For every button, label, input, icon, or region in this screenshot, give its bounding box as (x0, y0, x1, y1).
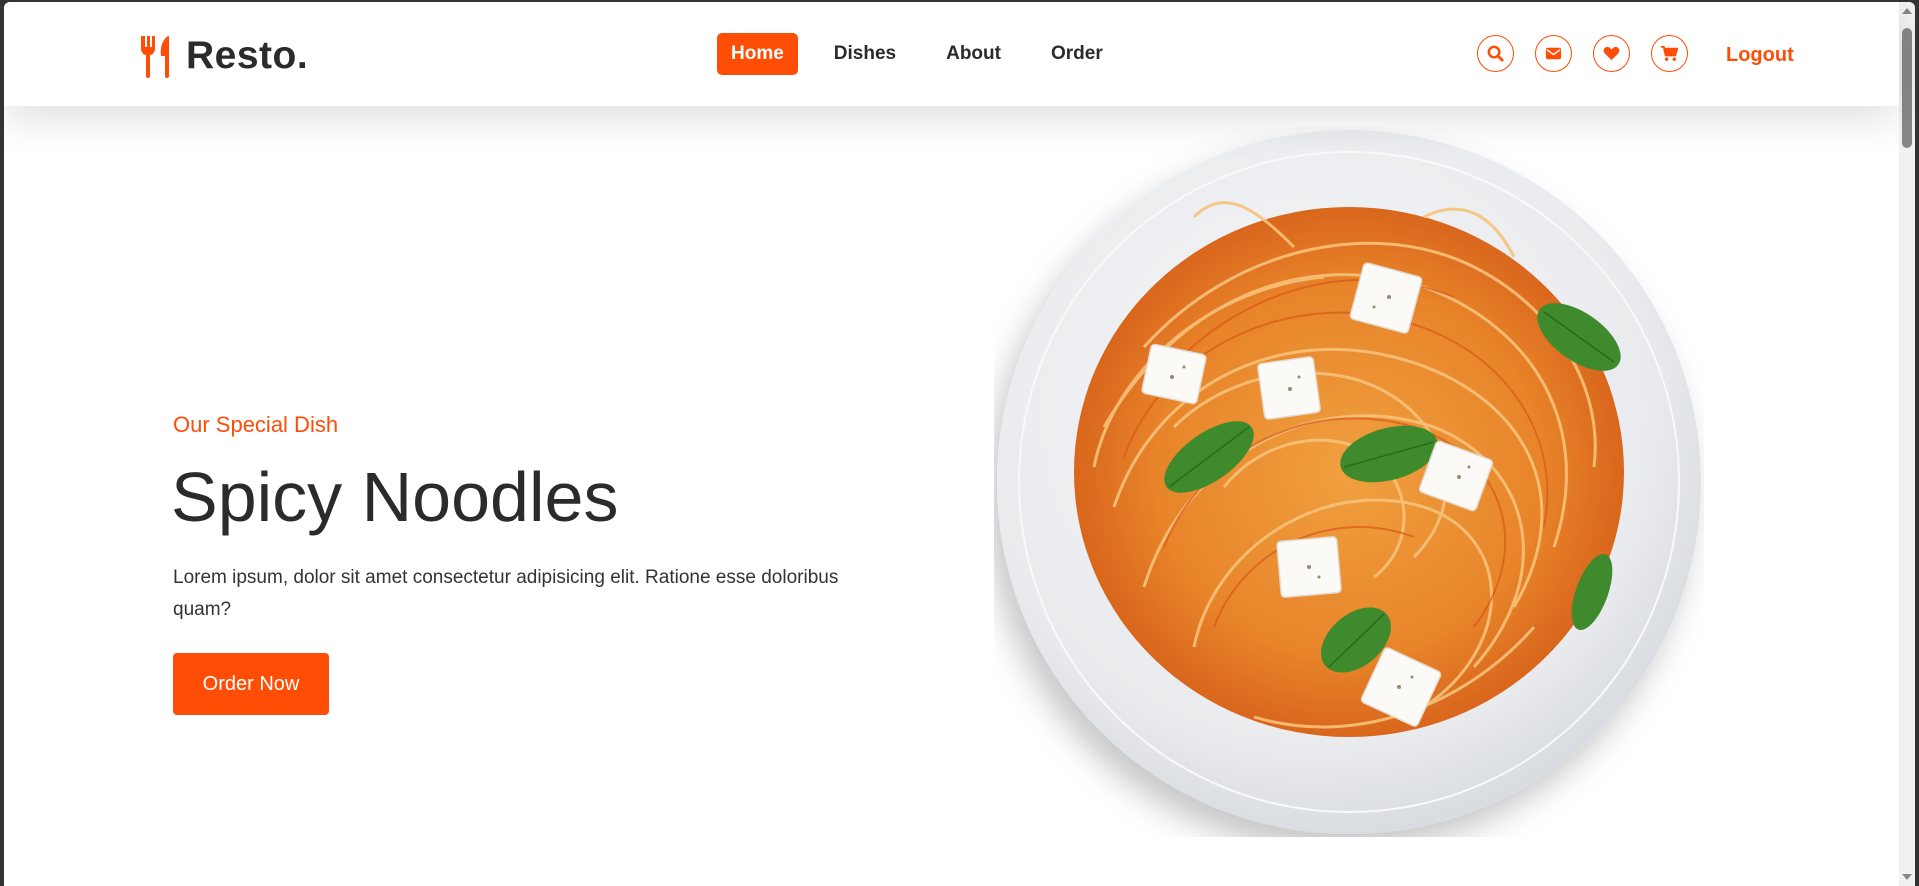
email-button[interactable] (1535, 35, 1572, 72)
cart-icon (1660, 45, 1679, 61)
hero-description: Lorem ipsum, dolor sit amet consectetur … (173, 567, 839, 620)
scrollbar-thumb[interactable] (1902, 28, 1912, 148)
scroll-up-arrow-icon[interactable] (1902, 8, 1912, 14)
envelope-icon (1545, 47, 1562, 60)
utensils-icon (141, 35, 169, 78)
order-now-button[interactable]: Order Now (173, 653, 329, 715)
search-button[interactable] (1477, 35, 1514, 72)
nav-order[interactable]: Order (1037, 33, 1117, 75)
favorites-button[interactable] (1593, 35, 1630, 72)
logout-link[interactable]: Logout (1726, 44, 1794, 67)
logo[interactable]: Resto. (138, 34, 308, 78)
site-header: Resto. Home Dishes About Order Logout (4, 2, 1899, 106)
main-nav: Home Dishes About Order (717, 33, 1129, 75)
browser-window: Resto. Home Dishes About Order Logout Ou… (4, 2, 1915, 886)
dish-image (994, 127, 1704, 837)
header-icons (1477, 35, 1688, 72)
scroll-down-arrow-icon[interactable] (1902, 874, 1912, 880)
hero-title: Spicy Noodles (171, 458, 619, 536)
hero-subtitle: Our Special Dish (173, 412, 339, 437)
nav-about[interactable]: About (932, 33, 1015, 75)
cart-button[interactable] (1651, 35, 1688, 72)
heart-icon (1603, 46, 1620, 61)
brand-name: Resto. (186, 34, 309, 77)
search-icon (1487, 45, 1504, 62)
nav-dishes[interactable]: Dishes (820, 33, 910, 75)
nav-home[interactable]: Home (717, 33, 798, 75)
vertical-scrollbar[interactable] (1899, 2, 1915, 886)
